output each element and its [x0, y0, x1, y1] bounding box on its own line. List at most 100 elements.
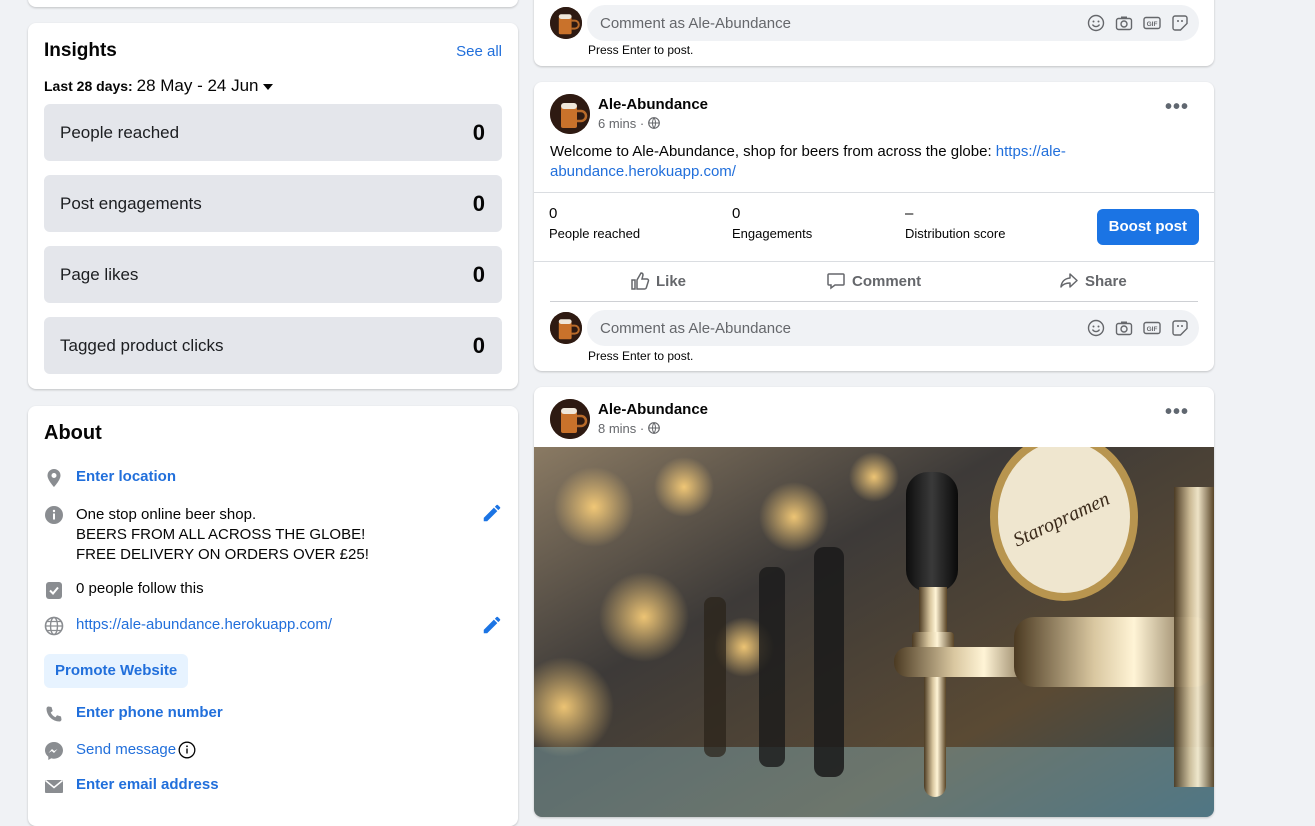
enter-email-link[interactable]: Enter email address — [76, 776, 219, 793]
beer-mug-avatar-icon — [550, 7, 582, 39]
enter-phone-link[interactable]: Enter phone number — [76, 704, 223, 721]
beer-mug-avatar-icon — [550, 399, 590, 439]
stat-label: Distribution score — [905, 226, 1006, 241]
comment-tools: GIF — [1087, 319, 1189, 337]
camera-icon[interactable] — [1115, 319, 1133, 337]
range-label: Last 28 days: — [44, 78, 133, 94]
stat-label: Engagements — [732, 226, 813, 241]
share-button[interactable]: Share — [1059, 271, 1127, 291]
press-enter-hint: Press Enter to post. — [588, 349, 694, 363]
post-stats: 0 People reached 0 Engagements – Distrib… — [534, 192, 1214, 262]
post-time[interactable]: 8 mins · — [598, 421, 644, 436]
post-meta: 8 mins · — [598, 421, 660, 436]
more-options-icon[interactable]: ••• — [1165, 401, 1189, 424]
avatar — [550, 7, 582, 39]
location-pin-icon — [47, 469, 61, 487]
emoji-icon[interactable] — [1087, 319, 1105, 337]
beer-taps-image: Staropramen — [534, 447, 1214, 817]
boost-post-button[interactable]: Boost post — [1096, 209, 1199, 245]
range-dates: 28 May - 24 Jun — [136, 76, 259, 95]
metric-post-engagements[interactable]: Post engagements 0 — [44, 175, 502, 232]
like-label: Like — [656, 272, 687, 290]
page-description: One stop online beer shop. BEERS FROM AL… — [76, 505, 369, 565]
phone-icon — [46, 706, 62, 722]
comment-placeholder: Comment as Ale-Abundance — [600, 15, 791, 32]
beer-mug-avatar-icon — [550, 312, 582, 344]
post-meta: 6 mins · — [598, 116, 660, 131]
post-actions: Like Comment Share — [550, 262, 1198, 302]
stat-people-reached: 0 People reached — [549, 205, 640, 241]
enter-location-link[interactable]: Enter location — [76, 468, 176, 485]
send-message-link[interactable]: Send message — [76, 741, 176, 758]
followers-count: 0 people follow this — [76, 580, 204, 597]
globe-icon — [647, 422, 660, 434]
comment-button[interactable]: Comment — [826, 271, 921, 291]
stat-value: – — [905, 205, 914, 222]
svg-text:GIF: GIF — [1147, 21, 1158, 28]
camera-icon[interactable] — [1115, 14, 1133, 32]
post-author[interactable]: Ale-Abundance — [598, 96, 708, 113]
metric-value: 0 — [472, 120, 485, 145]
post-photo-beer-taps[interactable]: Staropramen — [534, 447, 1214, 817]
metric-value: 0 — [472, 333, 485, 358]
post-author[interactable]: Ale-Abundance — [598, 401, 708, 418]
metric-label: Tagged product clicks — [60, 336, 224, 355]
post-card: Ale-Abundance 8 mins · ••• Staropramen — [534, 387, 1214, 817]
caret-down-icon — [262, 84, 273, 91]
messenger-icon — [45, 742, 63, 760]
gif-icon[interactable]: GIF — [1143, 14, 1161, 32]
comment-composer: Comment as Ale-Abundance GIF — [550, 5, 1199, 41]
avatar[interactable] — [550, 399, 590, 439]
metric-people-reached[interactable]: People reached 0 — [44, 104, 502, 161]
gif-icon[interactable]: GIF — [1143, 319, 1161, 337]
edit-pencil-icon[interactable] — [481, 502, 503, 524]
see-all-link[interactable]: See all — [456, 43, 502, 60]
metric-value: 0 — [472, 262, 485, 287]
description-line: FREE DELIVERY ON ORDERS OVER £25! — [76, 546, 369, 563]
metric-tagged-product-clicks[interactable]: Tagged product clicks 0 — [44, 317, 502, 374]
thumbs-up-icon — [631, 272, 650, 290]
info-icon — [45, 506, 63, 524]
website-link[interactable]: https://ale-abundance.herokuapp.com/ — [76, 616, 332, 633]
info-outline-icon[interactable] — [178, 741, 196, 759]
post-text: Welcome to Ale-Abundance, shop for beers… — [550, 142, 1070, 182]
followers-check-icon — [46, 582, 62, 599]
comment-tools: GIF — [1087, 14, 1189, 32]
sticker-icon[interactable] — [1171, 319, 1189, 337]
about-title: About — [44, 422, 102, 444]
stat-label: People reached — [549, 226, 641, 241]
insights-card: Insights See all Last 28 days: 28 May - … — [28, 23, 518, 389]
stat-value: 0 — [549, 205, 558, 222]
globe-icon — [647, 117, 660, 129]
about-card: About Enter location One stop online bee… — [28, 406, 518, 826]
sticker-icon[interactable] — [1171, 14, 1189, 32]
share-arrow-icon — [1060, 273, 1078, 288]
promote-website-button[interactable]: Promote Website — [44, 654, 189, 688]
comment-composer: Comment as Ale-Abundance GIF — [550, 310, 1199, 346]
metric-page-likes[interactable]: Page likes 0 — [44, 246, 502, 303]
envelope-icon — [45, 779, 63, 793]
emoji-icon[interactable] — [1087, 14, 1105, 32]
post-time[interactable]: 6 mins · — [598, 116, 644, 131]
press-enter-hint: Press Enter to post. — [588, 43, 694, 57]
stat-value: 0 — [732, 205, 741, 222]
metric-label: Page likes — [60, 265, 139, 284]
metric-label: Post engagements — [60, 194, 202, 213]
post-text-plain: Welcome to Ale-Abundance, shop for beers… — [550, 143, 996, 160]
avatar[interactable] — [550, 94, 590, 134]
share-label: Share — [1085, 272, 1127, 290]
description-line: BEERS FROM ALL ACROSS THE GLOBE! — [76, 526, 366, 543]
globe-icon — [44, 616, 64, 636]
like-button[interactable]: Like — [630, 271, 686, 291]
date-range-selector[interactable]: Last 28 days: 28 May - 24 Jun — [44, 76, 273, 96]
edit-pencil-icon[interactable] — [481, 614, 503, 636]
more-options-icon[interactable]: ••• — [1165, 96, 1189, 119]
comment-input[interactable]: Comment as Ale-Abundance GIF — [587, 5, 1199, 41]
post-card: Comment as Ale-Abundance GIF Press Enter… — [534, 0, 1214, 66]
previous-card — [28, 0, 518, 7]
description-line: One stop online beer shop. — [76, 506, 257, 523]
stat-distribution-score: – Distribution score — [905, 205, 1005, 241]
comment-input[interactable]: Comment as Ale-Abundance GIF — [587, 310, 1199, 346]
post-card: Ale-Abundance 6 mins · ••• Welcome to Al… — [534, 82, 1214, 371]
svg-text:GIF: GIF — [1147, 326, 1158, 333]
